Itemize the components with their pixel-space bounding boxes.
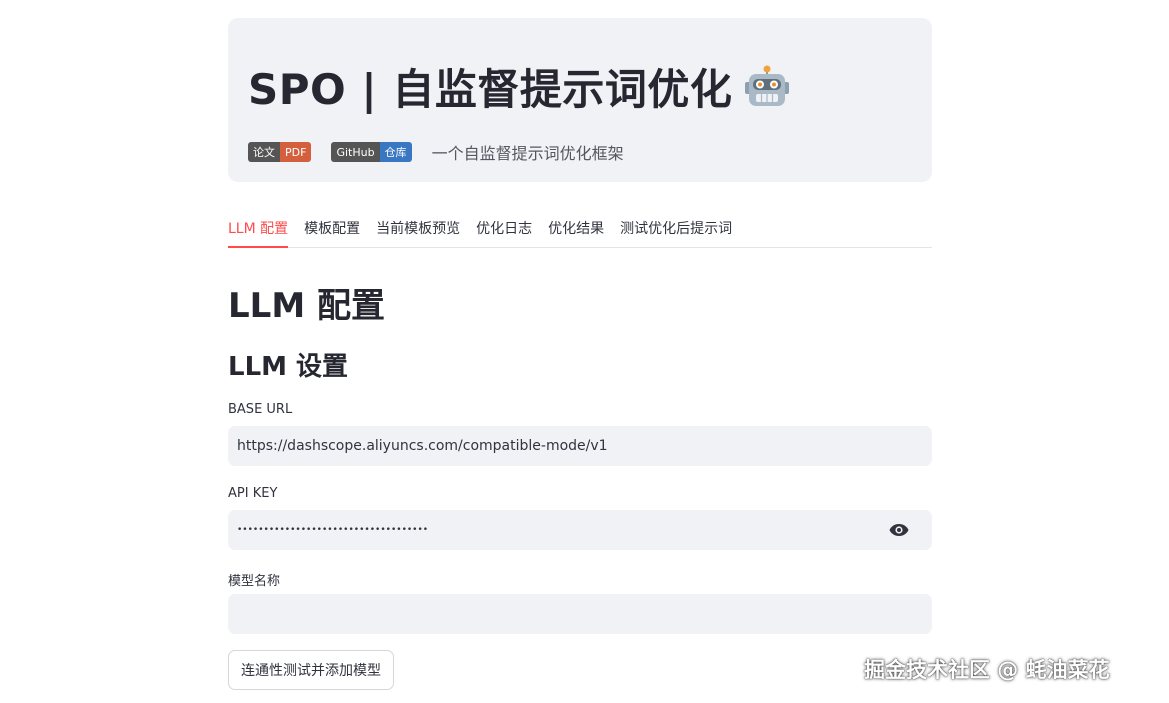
page-title: SPO | 自监督提示词优化: [248, 56, 790, 117]
watermark: 掘金技术社区 @ 蚝油菜花: [864, 658, 1110, 682]
header-subline: 论文 PDF GitHub 仓库 一个自监督提示词优化框架: [248, 140, 624, 164]
eye-icon[interactable]: [886, 520, 912, 540]
badge-label: GitHub: [331, 142, 380, 162]
badge-value: 仓库: [379, 142, 412, 162]
tab-bar: LLM 配置 模板配置 当前模板预览 优化日志 优化结果 测试优化后提示词: [228, 206, 932, 248]
github-repo-badge[interactable]: GitHub 仓库: [331, 142, 412, 162]
model-name-label: 模型名称: [228, 574, 281, 589]
tagline: 一个自监督提示词优化框架: [431, 144, 624, 163]
section-subheading: LLM 设置: [228, 352, 349, 382]
header-banner: SPO | 自监督提示词优化 论文 PDF GitHub 仓库 一个自监督提示词…: [228, 18, 932, 182]
base-url-label: BASE URL: [228, 402, 293, 417]
tab-template-config[interactable]: 模板配置: [304, 206, 360, 248]
badge-label: 论文: [248, 142, 280, 162]
tab-llm-config[interactable]: LLM 配置: [228, 206, 289, 248]
app-page: SPO | 自监督提示词优化 论文 PDF GitHub 仓库 一个自监督提示词…: [0, 0, 1169, 703]
robot-face-icon: [744, 65, 790, 109]
section-heading: LLM 配置: [228, 286, 386, 326]
api-key-label: API KEY: [228, 486, 278, 501]
tab-optimization-results[interactable]: 优化结果: [548, 206, 604, 248]
paper-pdf-badge[interactable]: 论文 PDF: [248, 142, 312, 162]
tab-test-prompt[interactable]: 测试优化后提示词: [620, 206, 732, 248]
model-name-input[interactable]: [228, 594, 932, 634]
test-connection-button[interactable]: 连通性测试并添加模型: [228, 650, 394, 690]
tab-optimization-log[interactable]: 优化日志: [476, 206, 532, 248]
base-url-input[interactable]: [228, 426, 932, 466]
api-key-input[interactable]: [228, 510, 932, 550]
badge-value: PDF: [280, 142, 312, 162]
tab-template-preview[interactable]: 当前模板预览: [376, 206, 460, 248]
page-title-text: SPO | 自监督提示词优化: [248, 65, 733, 114]
